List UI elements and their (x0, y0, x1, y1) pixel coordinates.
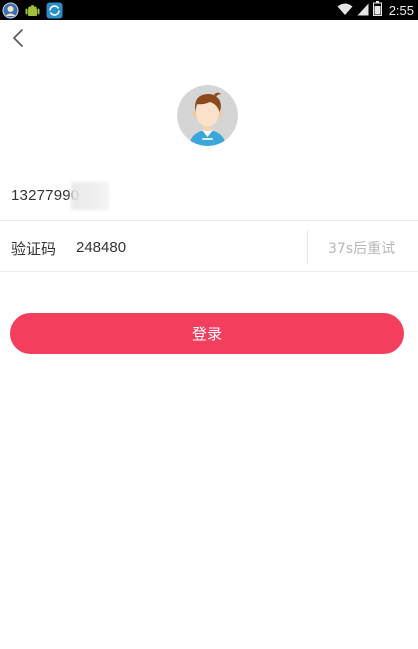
notification-icons (2, 1, 63, 19)
wifi-icon (337, 1, 353, 20)
avatar (177, 85, 238, 146)
phone-row[interactable]: 13277990 (0, 170, 418, 221)
phone-number-redaction (71, 182, 109, 210)
divider (307, 230, 308, 264)
resend-code-button[interactable]: 37s后重试 (328, 238, 395, 258)
verification-code-row: 验证码 37s后重试 (0, 222, 418, 272)
chevron-left-icon (12, 28, 24, 52)
status-time: 2:55 (388, 2, 414, 18)
verification-code-label: 验证码 (11, 240, 57, 258)
login-button[interactable]: 登录 (10, 313, 404, 354)
battery-icon (372, 0, 382, 20)
sync-app-icon (46, 2, 63, 19)
back-button[interactable] (6, 27, 30, 53)
phone-number-field[interactable]: 13277990 (11, 187, 79, 204)
status-bar: 2:55 (0, 0, 418, 20)
system-status-icons: 2:55 (337, 0, 414, 20)
android-debug-icon (24, 2, 41, 19)
signal-icon (357, 1, 369, 20)
verification-code-input[interactable] (76, 235, 276, 259)
notification-app-icon (2, 2, 19, 19)
